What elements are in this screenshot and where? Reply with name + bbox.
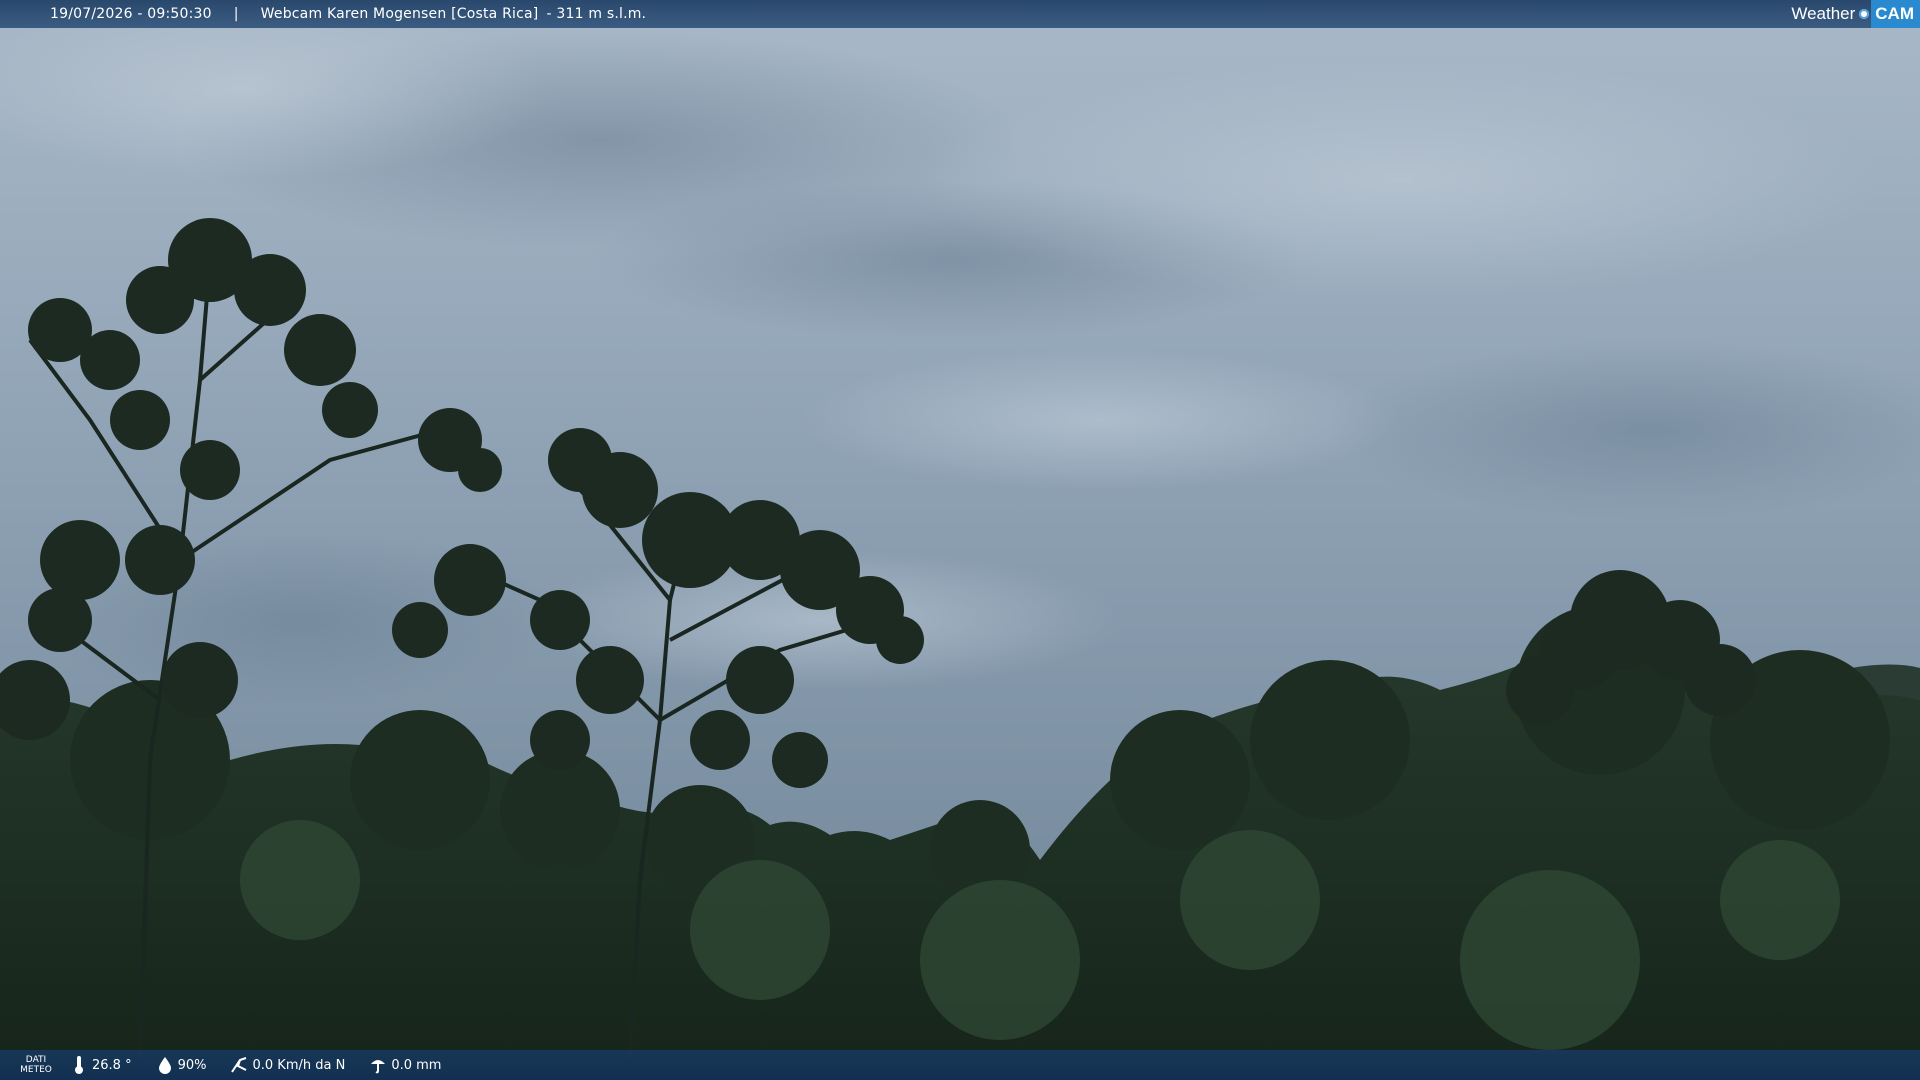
humidity-drop-icon <box>156 1055 174 1075</box>
thermometer-icon <box>70 1055 88 1075</box>
temperature-reading: 26.8 ° <box>70 1055 132 1075</box>
meteo-label-line1: DATI <box>25 1055 47 1065</box>
top-overlay-bar: 19/07/2026 - 09:50:30 | Webcam Karen Mog… <box>0 0 1920 28</box>
wind-value: 0.0 Km/h da N <box>252 1057 346 1073</box>
meteo-label: DATI METEO <box>2 1055 70 1075</box>
temperature-value: 26.8 ° <box>92 1057 132 1073</box>
weathercam-logo: Weather CAM <box>1791 0 1920 28</box>
wind-reading: 0.0 Km/h da N <box>230 1055 345 1075</box>
wind-icon <box>230 1055 248 1075</box>
logo-weather-text: Weather <box>1791 4 1856 23</box>
meteo-label-line2: METEO <box>20 1065 52 1075</box>
rain-reading: 0.0 mm <box>369 1055 441 1075</box>
separator: | <box>233 6 239 22</box>
webcam-title: Webcam Karen Mogensen [Costa Rica] <box>260 6 539 22</box>
timestamp: 19/07/2026 - 09:50:30 <box>50 6 212 22</box>
logo-dot-icon <box>1859 9 1870 19</box>
humidity-reading: 90% <box>156 1055 207 1075</box>
bottom-overlay-bar: DATI METEO 26.8 ° 90% 0.0 Km/h da N 0.0 … <box>0 1050 1920 1080</box>
rain-value: 0.0 mm <box>391 1057 442 1073</box>
humidity-value: 90% <box>177 1057 207 1073</box>
webcam-image <box>0 0 1920 1080</box>
rain-gauge-icon <box>369 1055 387 1075</box>
logo-cam-text: CAM <box>1871 0 1920 28</box>
altitude: - 311 m s.l.m. <box>546 6 647 22</box>
